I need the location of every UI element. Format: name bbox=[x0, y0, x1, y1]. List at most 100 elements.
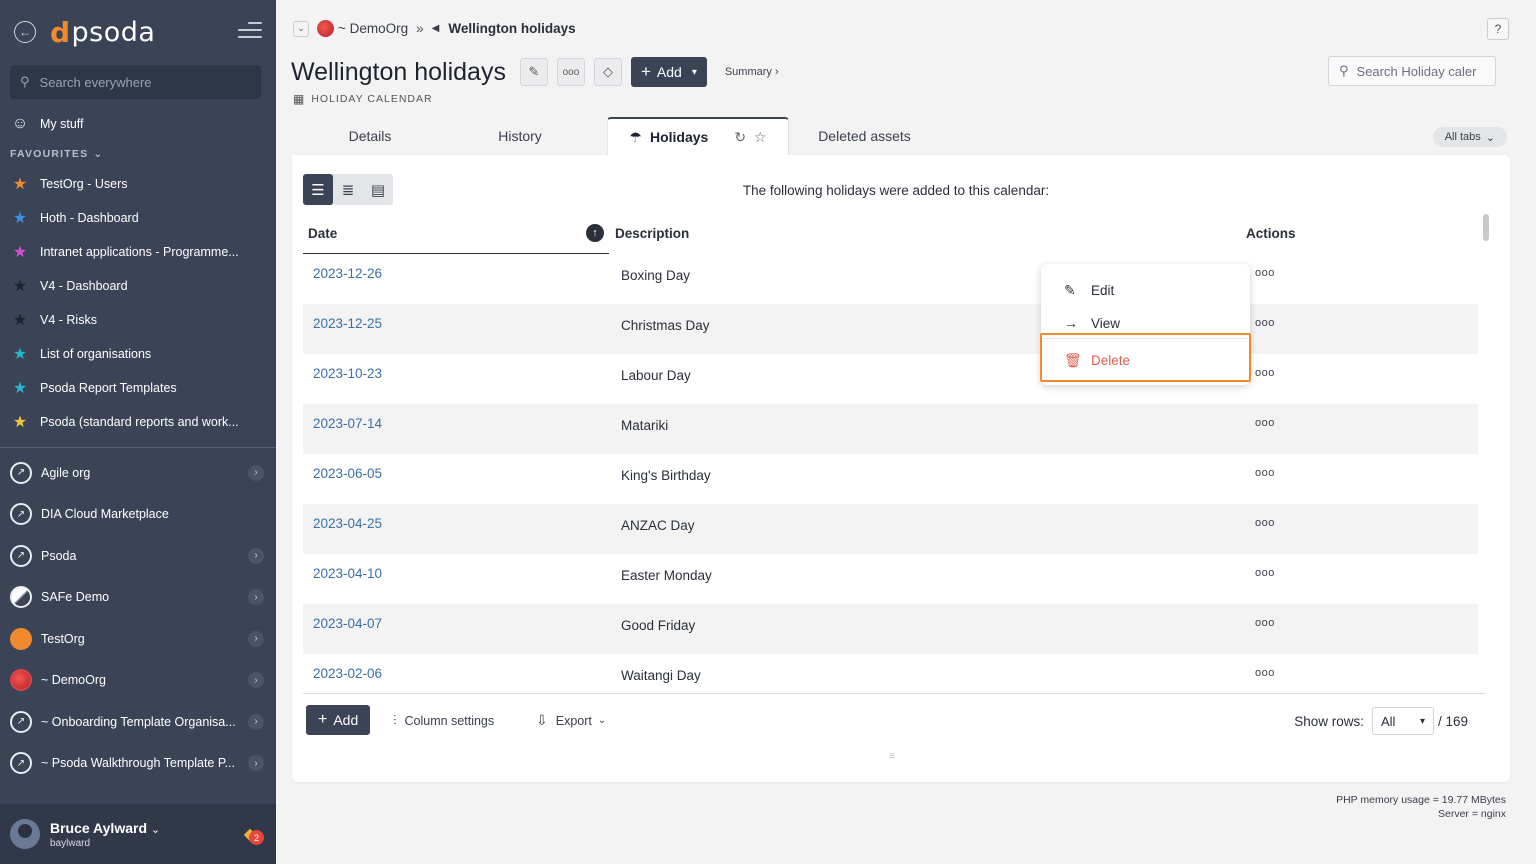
breadcrumb-dropdown-icon[interactable]: ⌄ bbox=[293, 20, 309, 37]
column-settings-button[interactable]: ⫶ Column settings bbox=[393, 712, 494, 729]
star-outline-icon[interactable]: ☆ bbox=[754, 129, 767, 146]
page-title: Wellington holidays bbox=[291, 57, 506, 86]
star-icon: ★ bbox=[12, 210, 28, 227]
asset-type-label: ▦ HOLIDAY CALENDAR bbox=[293, 92, 433, 106]
holiday-date-link[interactable]: 2023-12-25 bbox=[313, 316, 382, 331]
sidebar-org-item[interactable]: SAFe Demo › bbox=[0, 577, 276, 619]
row-actions-icon[interactable]: ooo bbox=[1255, 467, 1275, 479]
refresh-icon[interactable]: ↻ bbox=[734, 129, 746, 146]
star-icon: ★ bbox=[12, 346, 28, 363]
row-actions-icon[interactable]: ooo bbox=[1255, 667, 1275, 679]
sidebar-favourite-item[interactable]: ★ TestOrg - Users bbox=[0, 167, 276, 201]
sidebar-favourite-label: V4 - Dashboard bbox=[40, 279, 128, 293]
show-rows-label: Show rows: bbox=[1294, 713, 1364, 729]
caret-left-icon[interactable]: ◀ bbox=[432, 23, 440, 34]
holiday-date-link[interactable]: 2023-04-25 bbox=[313, 516, 382, 531]
holiday-description: Matariki bbox=[621, 418, 669, 433]
favourites-heading[interactable]: FAVOURITES ⌄ bbox=[0, 141, 276, 167]
php-memory-usage: PHP memory usage = 19.77 MBytes bbox=[1336, 794, 1506, 806]
export-button[interactable]: ⇩ Export ⌄ bbox=[536, 712, 606, 729]
holidays-panel: ☰ ≣ ▤ The following holidays were added … bbox=[292, 155, 1510, 782]
sidebar-favourite-item[interactable]: ★ Hoth - Dashboard bbox=[0, 201, 276, 235]
holiday-date-link[interactable]: 2023-10-23 bbox=[313, 366, 382, 381]
row-actions-icon[interactable]: ooo bbox=[1255, 267, 1275, 279]
breadcrumb-org-link[interactable]: ~ DemoOrg bbox=[338, 21, 408, 36]
sidebar-favourite-item[interactable]: ★ V4 - Risks bbox=[0, 303, 276, 337]
back-arrow-icon[interactable]: ← bbox=[14, 21, 36, 43]
sidebar-org-item[interactable]: ~ DemoOrg › bbox=[0, 660, 276, 702]
sidebar-item-label: My stuff bbox=[40, 117, 84, 131]
notifications-bell-icon[interactable]: ◆2 bbox=[244, 824, 264, 845]
column-header-date[interactable]: Date bbox=[308, 226, 337, 241]
sidebar-org-item[interactable]: ↗ Psoda › bbox=[0, 535, 276, 577]
row-actions-icon[interactable]: ooo bbox=[1255, 417, 1275, 429]
holiday-date-link[interactable]: 2023-07-14 bbox=[313, 416, 382, 431]
calendar-icon: ▦ bbox=[293, 92, 306, 106]
holiday-date-link[interactable]: 2023-04-07 bbox=[313, 616, 382, 631]
tab-holidays[interactable]: ☂ Holidays ↻ ☆ bbox=[607, 117, 789, 155]
breadcrumb-separator: » bbox=[416, 21, 424, 36]
row-actions-icon[interactable]: ooo bbox=[1255, 617, 1275, 629]
all-tabs-dropdown[interactable]: All tabs ⌄ bbox=[1432, 127, 1507, 147]
chevron-right-icon[interactable]: › bbox=[248, 630, 264, 647]
sidebar-org-item[interactable]: ↗ ~ Onboarding Template Organisa... › bbox=[0, 701, 276, 743]
edit-pencil-button[interactable]: ✎ bbox=[519, 58, 548, 86]
row-actions-icon[interactable]: ooo bbox=[1255, 567, 1275, 579]
menu-item-view[interactable]: → View bbox=[1064, 315, 1120, 331]
sidebar-search-input[interactable]: ⚲ Search everywhere bbox=[10, 65, 261, 99]
show-rows-select[interactable]: All ▾ bbox=[1371, 707, 1434, 735]
user-name[interactable]: Bruce Aylward ⌄ bbox=[50, 820, 160, 836]
sidebar-org-item[interactable]: ↗ Agile org › bbox=[0, 452, 276, 494]
chevron-right-icon[interactable]: › bbox=[248, 464, 264, 481]
chevron-right-icon[interactable]: › bbox=[248, 547, 264, 564]
add-button-label: Add bbox=[656, 64, 682, 80]
menu-item-edit[interactable]: ✎ Edit bbox=[1064, 282, 1114, 299]
add-button[interactable]: + Add ▾ bbox=[630, 57, 707, 87]
table-scrollbar[interactable] bbox=[1483, 214, 1489, 241]
tab-deleted-assets[interactable]: Deleted assets bbox=[797, 117, 932, 155]
tag-icon: ◇ bbox=[602, 64, 613, 79]
row-actions-icon[interactable]: ooo bbox=[1255, 317, 1275, 329]
summary-link[interactable]: Summary › bbox=[725, 66, 779, 78]
help-button[interactable]: ? bbox=[1487, 18, 1509, 40]
holiday-date-link[interactable]: 2023-02-06 bbox=[313, 666, 382, 681]
chevron-right-icon[interactable]: › bbox=[248, 713, 264, 730]
holiday-date-link[interactable]: 2023-04-10 bbox=[313, 566, 382, 581]
chevron-right-icon[interactable]: › bbox=[248, 672, 264, 689]
chevron-down-icon: ⌄ bbox=[93, 148, 104, 160]
sidebar-org-item[interactable]: ↗ DIA Cloud Marketplace bbox=[0, 494, 276, 536]
footer-add-button[interactable]: + Add bbox=[306, 705, 371, 735]
avatar[interactable] bbox=[10, 819, 40, 849]
user-panel[interactable]: Bruce Aylward ⌄ baylward ◆2 bbox=[0, 804, 276, 864]
asset-type-text: HOLIDAY CALENDAR bbox=[311, 93, 433, 105]
chevron-right-icon[interactable]: › bbox=[248, 755, 264, 772]
sidebar-org-item[interactable]: ↗ ~ Psoda Walkthrough Template P... › bbox=[0, 743, 276, 785]
sidebar-favourite-item[interactable]: ★ Psoda (standard reports and work... bbox=[0, 405, 276, 439]
sidebar-favourite-item[interactable]: ★ V4 - Dashboard bbox=[0, 269, 276, 303]
asset-search-input[interactable]: ⚲ Search Holiday caler bbox=[1328, 56, 1496, 86]
sidebar-org-item[interactable]: TestOrg › bbox=[0, 618, 276, 660]
sort-ascending-icon[interactable]: ↑ bbox=[586, 224, 604, 242]
chevron-right-icon[interactable]: › bbox=[248, 589, 264, 606]
sidebar-favourite-item[interactable]: ★ List of organisations bbox=[0, 337, 276, 371]
table-row: 2023-04-10 Easter Monday ooo bbox=[303, 554, 1478, 604]
sidebar-favourite-item[interactable]: ★ Intranet applications - Programme... bbox=[0, 235, 276, 269]
column-header-description[interactable]: Description bbox=[615, 226, 689, 241]
row-actions-icon[interactable]: ooo bbox=[1255, 517, 1275, 529]
holiday-date-link[interactable]: 2023-06-05 bbox=[313, 466, 382, 481]
tab-details[interactable]: Details bbox=[292, 117, 448, 155]
tag-button[interactable]: ◇ bbox=[593, 58, 622, 86]
more-options-button[interactable]: ooo bbox=[556, 58, 585, 86]
tab-history[interactable]: History bbox=[448, 117, 592, 155]
pagination: Show rows: All ▾ / 169 bbox=[1294, 707, 1468, 735]
resize-grip-icon[interactable]: ≡ bbox=[889, 751, 895, 762]
holiday-date-link[interactable]: 2023-12-26 bbox=[313, 266, 382, 281]
asset-search-placeholder: Search Holiday caler bbox=[1356, 63, 1477, 79]
notification-count-badge: 2 bbox=[249, 830, 264, 845]
collapse-menu-icon[interactable] bbox=[238, 22, 262, 43]
sidebar-favourite-item[interactable]: ★ Psoda Report Templates bbox=[0, 371, 276, 405]
sidebar-favourite-label: Psoda (standard reports and work... bbox=[40, 415, 239, 429]
row-actions-icon[interactable]: ooo bbox=[1255, 367, 1275, 379]
sidebar-item-my-stuff[interactable]: ☺ My stuff bbox=[0, 107, 276, 141]
psoda-logo[interactable]: d psoda bbox=[50, 16, 155, 49]
